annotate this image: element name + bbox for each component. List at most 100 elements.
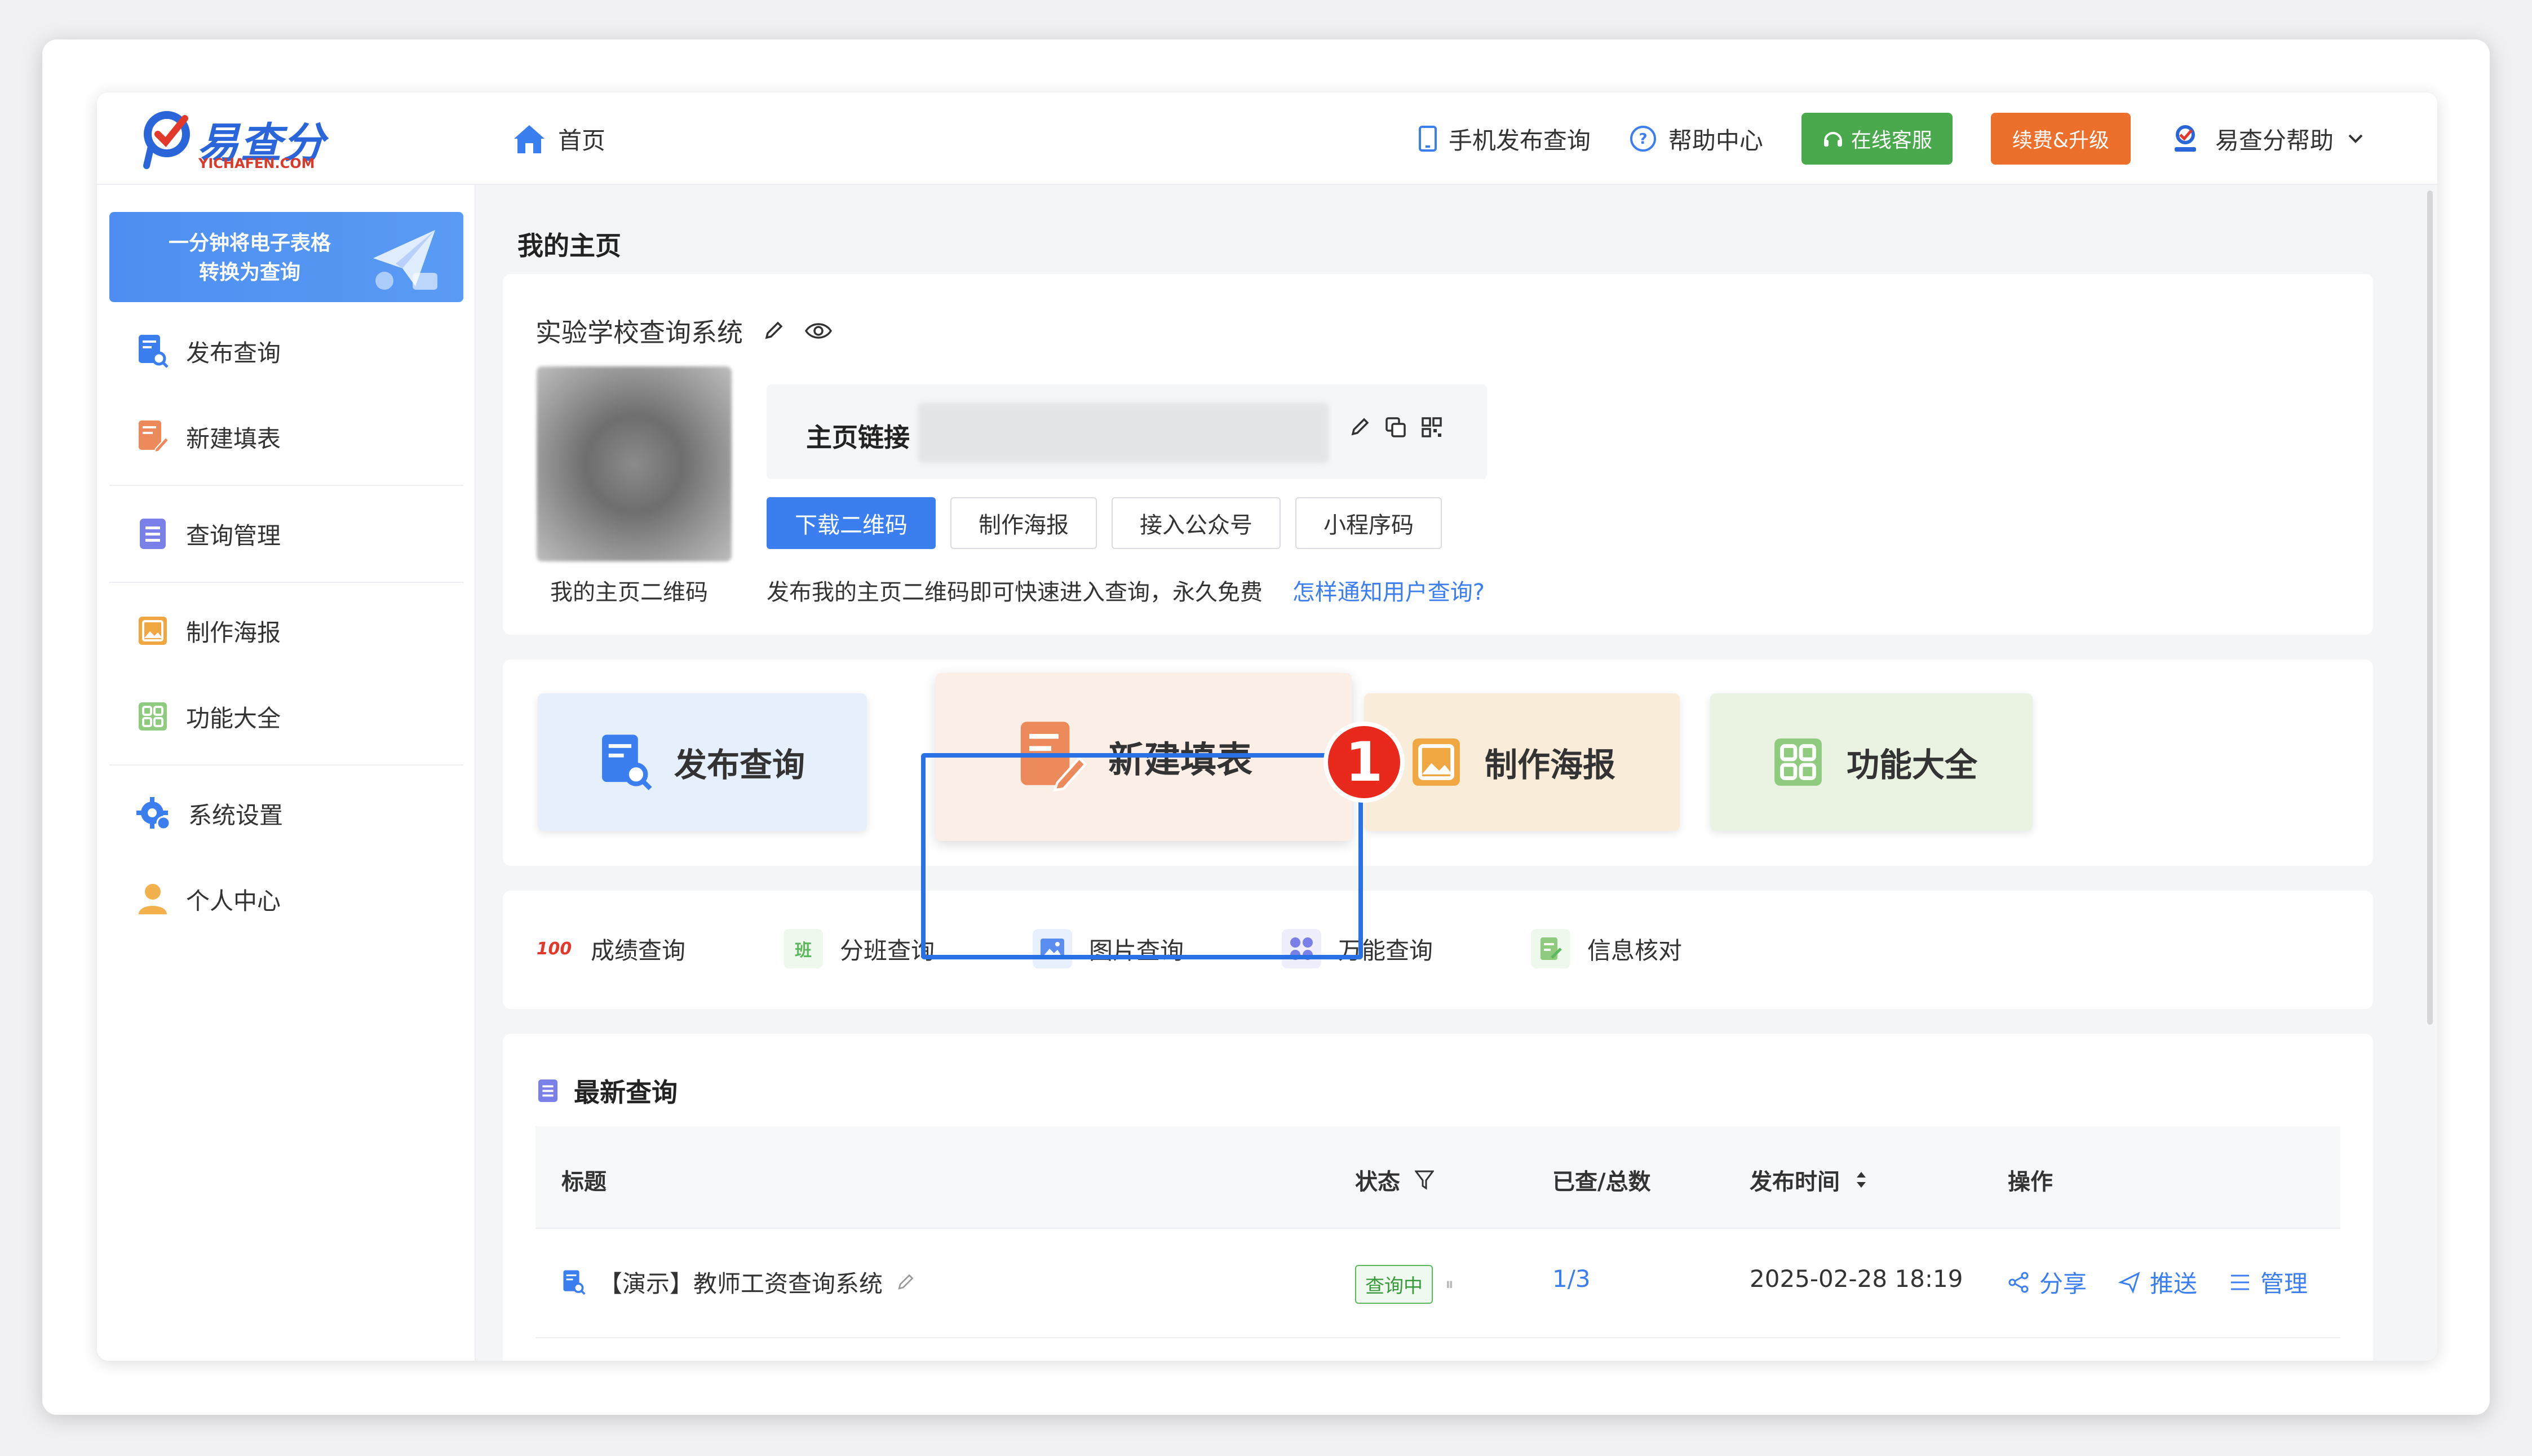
checklist-icon (1531, 929, 1570, 968)
chevron-down-icon (2348, 134, 2363, 143)
help-icon: ? (1630, 126, 1656, 152)
sidebar-divider (109, 582, 463, 583)
header-right: 手机发布查询 ? 帮助中心 在线客服 续费&升级 易查分帮助 (1418, 113, 2364, 165)
col-title: 标题 (561, 1169, 607, 1195)
feature-all-functions[interactable]: 功能大全 (1710, 693, 2033, 831)
image-icon (139, 617, 167, 645)
score-100-icon: 100 (534, 929, 574, 968)
online-service-button[interactable]: 在线客服 (1801, 113, 1953, 165)
grid-icon (139, 702, 167, 731)
eye-icon[interactable] (804, 320, 833, 342)
sidebar-item-label: 查询管理 (186, 521, 281, 550)
status-badge: 查询中 (1355, 1265, 1433, 1304)
make-poster-button[interactable]: 制作海报 (950, 497, 1097, 549)
feature-label: 功能大全 (1847, 746, 1978, 784)
list-icon (140, 519, 166, 549)
home-qr-code (537, 366, 732, 561)
hint-text: 发布我的主页二维码即可快速进入查询，永久免费 (767, 579, 1263, 605)
home-icon (514, 125, 545, 153)
edit-icon[interactable] (1348, 416, 1371, 439)
feature-label: 发布查询 (674, 746, 805, 784)
connect-official-account-button[interactable]: 接入公众号 (1112, 497, 1281, 549)
document-search-icon (563, 1269, 586, 1295)
latest-queries-card: 最新查询 标题 状态 已查/总数 发布时间 操作 【演示】教师工资查询系统 查询… (503, 1034, 2373, 1361)
copy-icon[interactable] (1384, 416, 1407, 439)
step-badge: 1 (1323, 722, 1405, 803)
push-button[interactable]: 推送 (2118, 1265, 2197, 1299)
sidebar-item-publish[interactable]: 发布查询 (136, 334, 281, 369)
sidebar-item-label: 发布查询 (186, 339, 281, 367)
phone-icon (1418, 126, 1437, 152)
avatar (2174, 125, 2196, 152)
how-to-notify-link[interactable]: 怎样通知用户查询? (1292, 579, 1485, 605)
mobile-publish-label: 手机发布查询 (1448, 126, 1591, 154)
user-menu[interactable]: 易查分帮助 (2169, 122, 2364, 156)
type-score-query[interactable]: 100 成绩查询 (534, 929, 685, 968)
page-title: 我的主页 (517, 231, 621, 261)
sidebar-banner[interactable]: 一分钟将电子表格 转换为查询 (109, 212, 463, 302)
sidebar-item-label: 功能大全 (186, 704, 281, 732)
download-qr-button[interactable]: 下载二维码 (767, 497, 936, 549)
home-card: 实验学校查询系统 我的主页二维码 主页链接 下载二维码 制作海报 接入公众号 小… (503, 274, 2373, 635)
manage-button[interactable]: 管理 (2229, 1265, 2308, 1299)
share-button[interactable]: 分享 (2008, 1265, 2087, 1299)
type-class-query[interactable]: 班 分班查询 (783, 929, 935, 968)
row-title: 【演示】教师工资查询系统 (599, 1270, 883, 1298)
sidebar-item-features[interactable]: 功能大全 (136, 699, 281, 734)
col-publish-time[interactable]: 发布时间 (1750, 1163, 1868, 1196)
gear-icon (136, 797, 171, 830)
help-center-link[interactable]: ? 帮助中心 (1629, 122, 1763, 156)
document-search-icon (602, 734, 652, 790)
mobile-publish-link[interactable]: 手机发布查询 (1418, 122, 1591, 156)
qr-action-buttons: 下载二维码 制作海报 接入公众号 小程序码 (767, 497, 1442, 549)
sidebar-item-profile[interactable]: 个人中心 (136, 882, 281, 917)
renew-upgrade-button[interactable]: 续费&升级 (1990, 113, 2131, 165)
latest-title: 最新查询 (574, 1077, 678, 1108)
user-icon (139, 884, 167, 914)
mini-program-code-button[interactable]: 小程序码 (1295, 497, 1442, 549)
home-link-label: 主页链接 (806, 422, 910, 453)
home-label: 首页 (558, 127, 606, 154)
row-divider (535, 1337, 2340, 1338)
sidebar-item-label: 新建填表 (186, 424, 281, 453)
pencil-icon[interactable] (895, 1272, 915, 1293)
type-info-verify[interactable]: 信息核对 (1531, 929, 1682, 968)
sidebar-item-settings[interactable]: 系统设置 (136, 796, 283, 831)
pencil-icon[interactable] (762, 320, 785, 342)
table-header-row (535, 1126, 2340, 1229)
paper-plane-icon (373, 230, 437, 290)
row-title-cell[interactable]: 【演示】教师工资查询系统 (561, 1265, 915, 1299)
feature-publish-query[interactable]: 发布查询 (538, 693, 867, 831)
image-icon (1413, 738, 1460, 786)
home-link-value (918, 402, 1329, 463)
query-types-card: 100 成绩查询 班 分班查询 图片查询 万能查询 信息核对 (503, 891, 2373, 1009)
sidebar-item-label: 制作海报 (186, 618, 281, 647)
form-edit-icon (139, 421, 169, 453)
type-label: 分班查询 (840, 936, 935, 964)
grid-icon (1774, 738, 1822, 786)
share-icon (2008, 1272, 2029, 1293)
col-status[interactable]: 状态 (1355, 1163, 1434, 1196)
logo[interactable]: 易查分 YICHAFEN.COM (141, 107, 327, 171)
feature-make-poster[interactable]: 制作海报 (1364, 693, 1680, 831)
row-count[interactable]: 1/3 (1552, 1265, 1591, 1293)
qrcode-icon[interactable] (1420, 416, 1443, 439)
highlight-frame (921, 753, 1363, 959)
sidebar-item-label: 系统设置 (188, 801, 284, 829)
headset-icon (1823, 132, 1842, 147)
sort-icon[interactable] (1854, 1169, 1868, 1191)
home-link-actions (1348, 416, 1443, 439)
renew-upgrade-label: 续费&升级 (2012, 129, 2109, 152)
filter-icon[interactable] (1415, 1169, 1434, 1191)
scrollbar[interactable] (2427, 191, 2433, 1025)
sidebar-item-poster[interactable]: 制作海报 (136, 613, 281, 648)
banner-text: 一分钟将电子表格 转换为查询 (168, 232, 331, 284)
logo-icon (143, 111, 190, 169)
sidebar-item-query-manage[interactable]: 查询管理 (136, 516, 281, 551)
sidebar: 一分钟将电子表格 转换为查询 发布查询 新建填表 查询管理 制作海报 功能大全 … (97, 185, 476, 1361)
home-link[interactable]: 首页 (513, 122, 605, 156)
sidebar-item-new-form[interactable]: 新建填表 (136, 419, 281, 454)
pause-icon[interactable]: ⏸ (1445, 1274, 1454, 1294)
row-actions: 分享 推送 管理 (2008, 1265, 2308, 1299)
type-label: 成绩查询 (591, 936, 686, 964)
